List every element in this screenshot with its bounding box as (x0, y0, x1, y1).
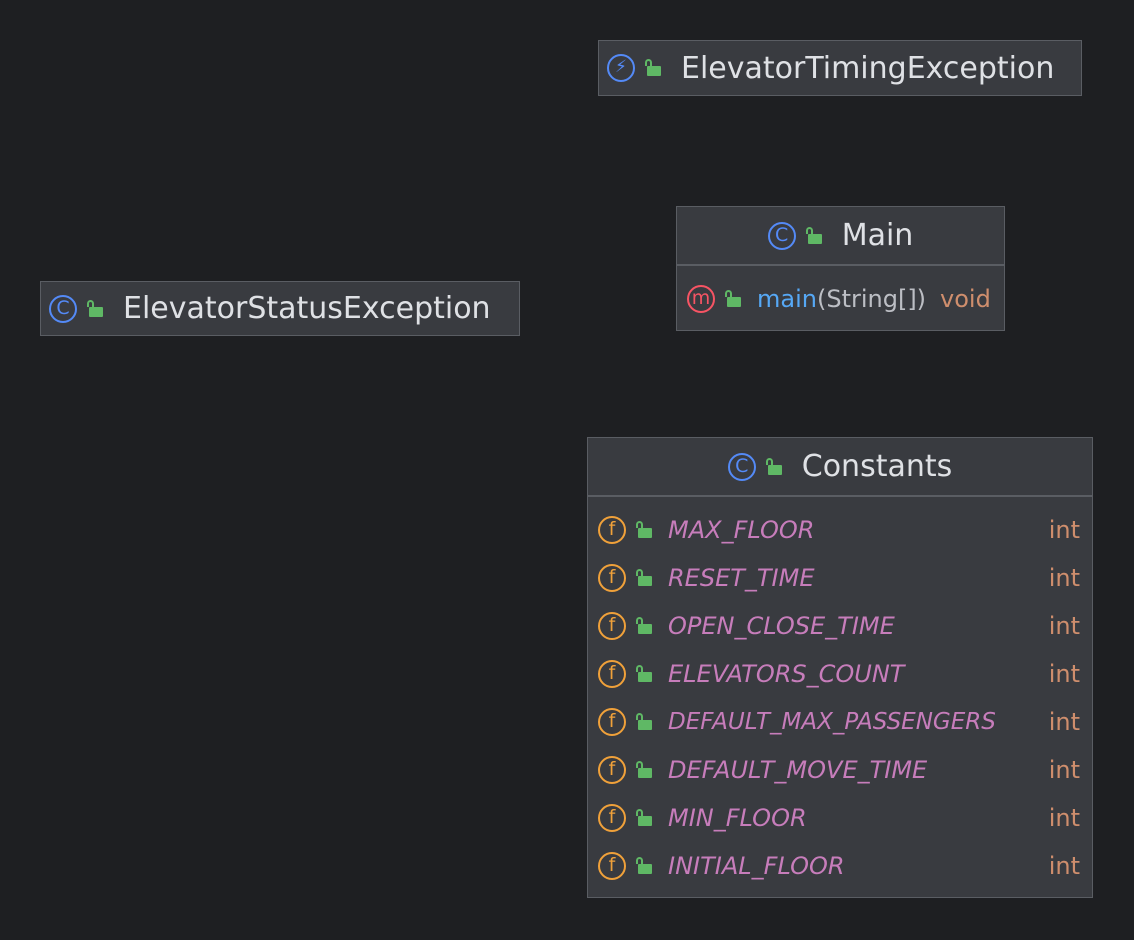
field-icon: f (598, 660, 626, 688)
field-icon: f (598, 564, 626, 592)
public-lock-icon (85, 299, 105, 319)
field-row[interactable]: f DEFAULT_MAX_PASSENGERS int (598, 706, 1080, 738)
node-divider (588, 495, 1092, 497)
method-params: (String[]) (816, 285, 927, 313)
public-lock-icon (634, 664, 654, 684)
field-row[interactable]: f MIN_FLOOR int (598, 802, 1080, 834)
field-type: int (1048, 852, 1080, 880)
node-main[interactable]: C Main m main (String[]) void (676, 206, 1005, 331)
field-row[interactable]: f OPEN_CLOSE_TIME int (598, 610, 1080, 642)
public-lock-icon (634, 568, 654, 588)
method-return-type: void (940, 285, 991, 313)
method-name: main (757, 285, 817, 313)
node-elevator-status-exception[interactable]: C ElevatorStatusException (40, 281, 520, 336)
node-title: ElevatorTimingException (681, 50, 1055, 86)
node-title: ElevatorStatusException (123, 291, 491, 326)
field-row[interactable]: f MAX_FLOOR int (598, 514, 1080, 546)
field-icon: f (598, 852, 626, 880)
node-header: ⚡ ElevatorTimingException (599, 41, 1081, 95)
field-row[interactable]: f DEFAULT_MOVE_TIME int (598, 754, 1080, 786)
field-type: int (1048, 564, 1080, 592)
field-row[interactable]: f INITIAL_FLOOR int (598, 850, 1080, 882)
node-title: Constants (801, 449, 953, 484)
node-divider (677, 264, 1004, 266)
field-type: int (1048, 612, 1080, 640)
field-name: ELEVATORS_COUNT (668, 660, 905, 688)
class-icon: C (727, 452, 756, 481)
public-lock-icon (764, 457, 784, 477)
field-icon: f (598, 756, 626, 784)
public-lock-icon (634, 616, 654, 636)
node-constants[interactable]: C Constants f MAX_FLOOR int f RESET_TIME… (587, 437, 1093, 898)
field-name: DEFAULT_MOVE_TIME (668, 756, 928, 784)
field-row[interactable]: f RESET_TIME int (598, 562, 1080, 594)
node-header: C ElevatorStatusException (41, 282, 519, 335)
field-row[interactable]: f ELEVATORS_COUNT int (598, 658, 1080, 690)
public-lock-icon (643, 58, 663, 78)
node-header: C Constants (588, 438, 1092, 495)
field-name: RESET_TIME (668, 564, 815, 592)
field-type: int (1048, 660, 1080, 688)
node-header: C Main (677, 207, 1004, 264)
method-icon: m (687, 285, 715, 313)
field-name: DEFAULT_MAX_PASSENGERS (668, 709, 996, 735)
node-title: Main (841, 218, 914, 253)
field-name: MIN_FLOOR (668, 804, 807, 832)
public-lock-icon (634, 856, 654, 876)
public-lock-icon (804, 226, 824, 246)
field-name: MAX_FLOOR (668, 516, 815, 544)
field-icon: f (598, 708, 626, 736)
public-lock-icon (723, 289, 743, 309)
field-icon: f (598, 516, 626, 544)
public-lock-icon (634, 808, 654, 828)
public-lock-icon (634, 760, 654, 780)
field-type: int (1048, 516, 1080, 544)
field-icon: f (598, 612, 626, 640)
public-lock-icon (634, 712, 654, 732)
exception-icon: ⚡ (607, 54, 635, 82)
field-type: int (1048, 708, 1080, 736)
field-name: OPEN_CLOSE_TIME (668, 612, 895, 640)
class-icon: C (49, 294, 77, 323)
field-type: int (1048, 756, 1080, 784)
public-lock-icon (634, 520, 654, 540)
field-type: int (1048, 804, 1080, 832)
class-icon: C (767, 221, 796, 250)
field-name: INITIAL_FLOOR (668, 852, 845, 880)
field-icon: f (598, 804, 626, 832)
node-elevator-timing-exception[interactable]: ⚡ ElevatorTimingException (598, 40, 1082, 96)
method-row[interactable]: m main (String[]) void (687, 283, 992, 315)
